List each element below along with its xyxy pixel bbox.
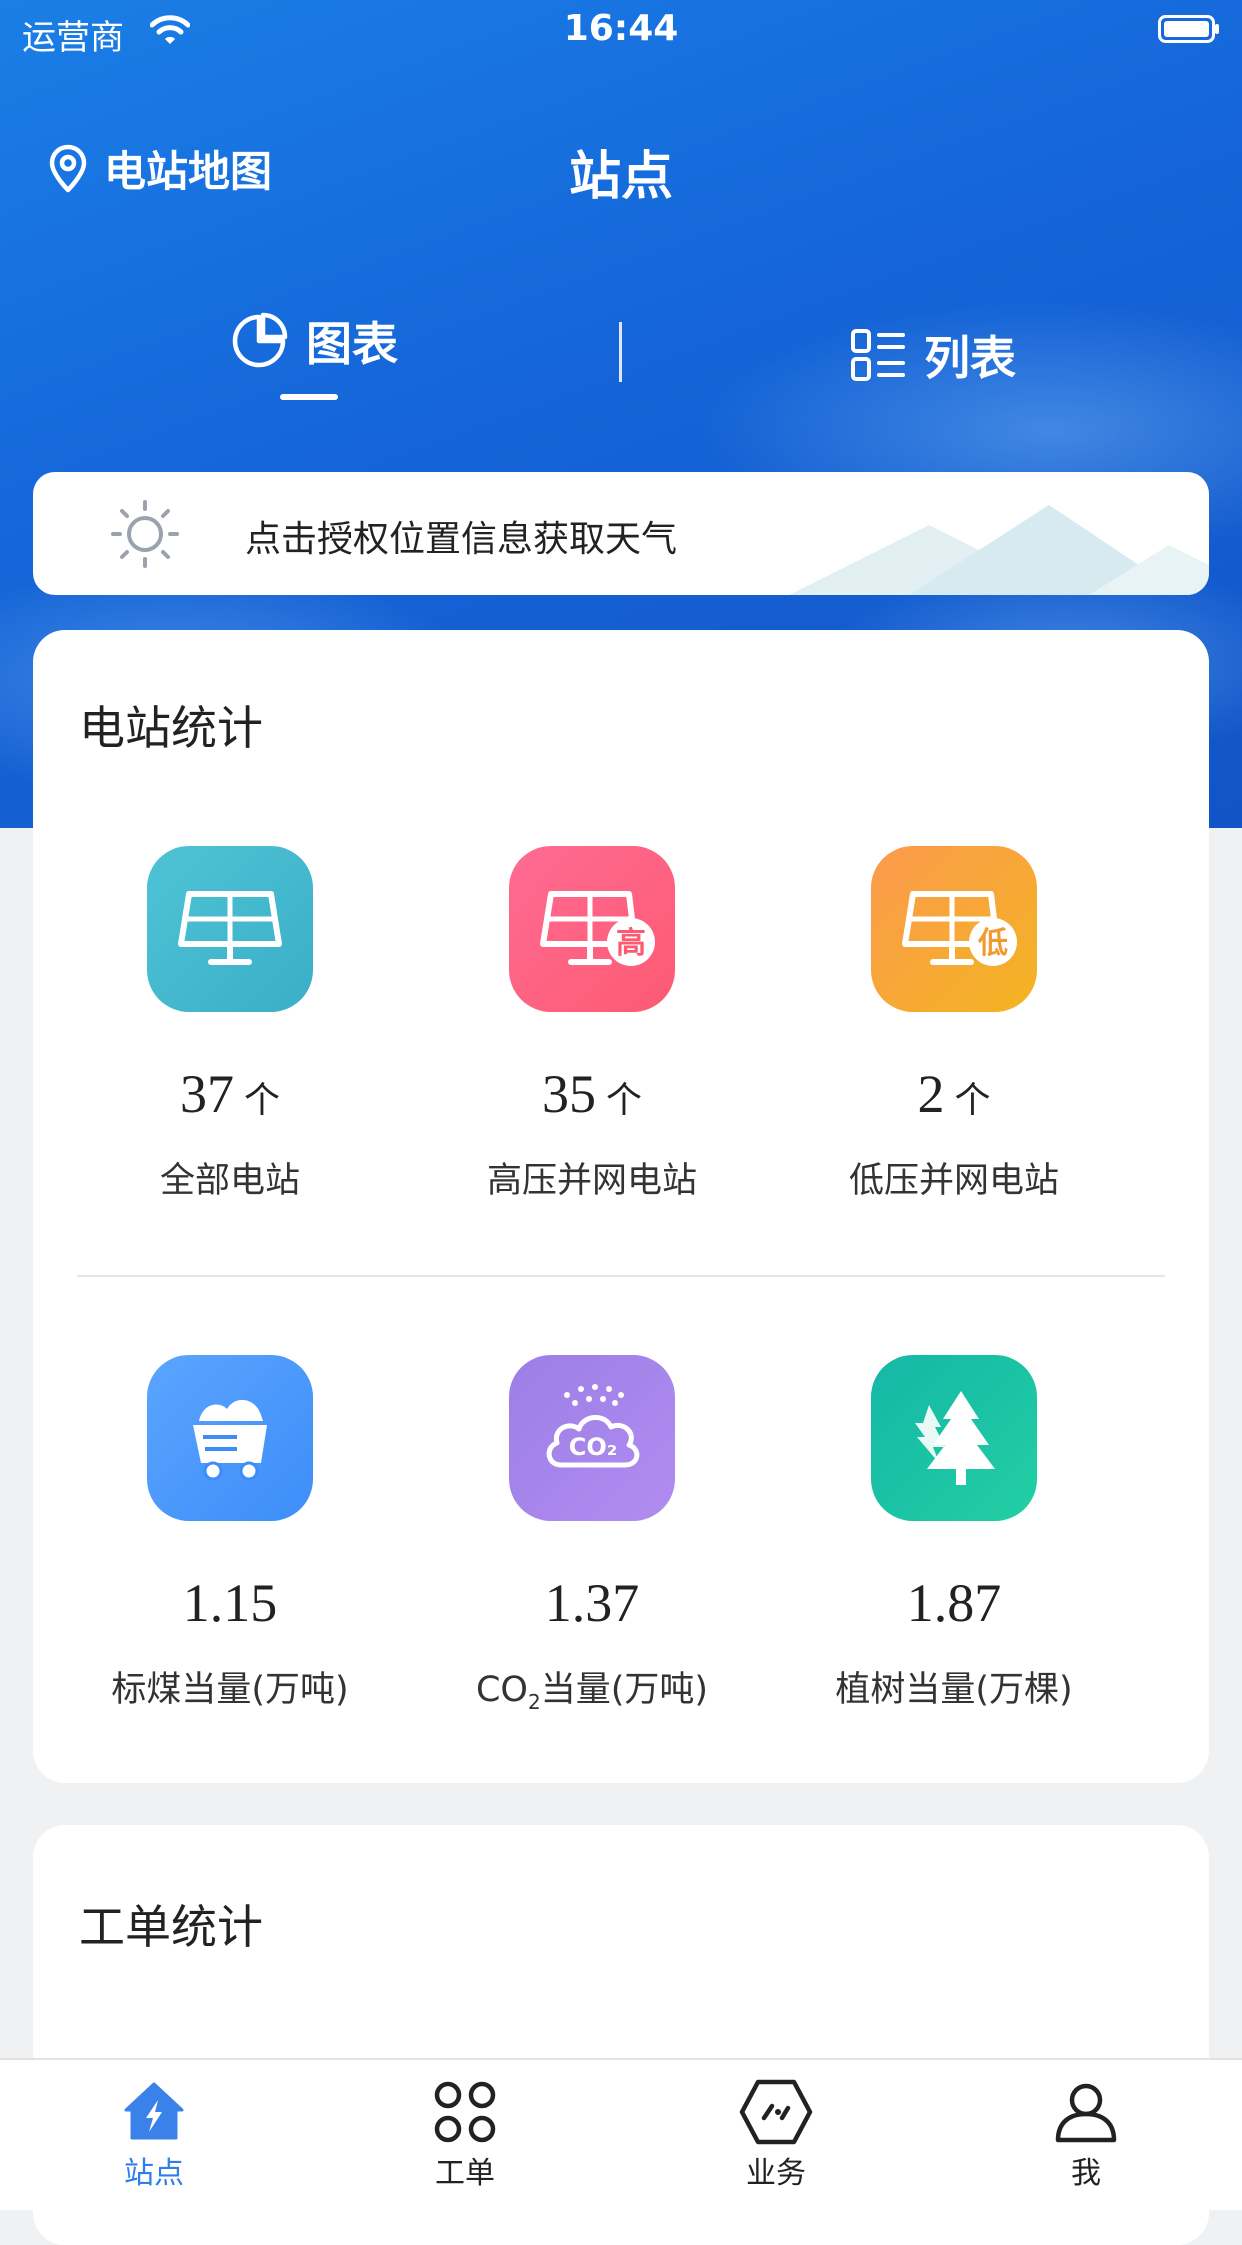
stat-all-stations[interactable]: 37 个 全部电站 bbox=[49, 846, 411, 1203]
mountain-decoration bbox=[789, 505, 1209, 595]
badge-high: 高 bbox=[616, 926, 646, 961]
tabbar-label: 站点 bbox=[124, 2156, 184, 2191]
tabbar-item-business[interactable]: 业务 bbox=[686, 2078, 866, 2192]
co2-cloud-icon: CO₂ bbox=[509, 1355, 675, 1521]
tab-list-label: 列表 bbox=[924, 331, 1016, 385]
home-bolt-icon bbox=[124, 2082, 184, 2140]
grid-icon bbox=[434, 2081, 496, 2143]
station-stats-card: 电站统计 37 个 全部电站 高 35 个 高压并网电站 低 2 个 低压并网电… bbox=[33, 630, 1209, 1783]
person-icon bbox=[1055, 2083, 1117, 2143]
pie-chart-icon bbox=[232, 312, 288, 368]
stat-label: CO2当量(万吨) bbox=[475, 1670, 709, 1714]
solar-panel-high-icon: 高 bbox=[509, 846, 675, 1012]
stat-value: 37 bbox=[179, 1064, 234, 1124]
tab-list[interactable]: 列表 bbox=[850, 322, 1016, 388]
status-time: 16:44 bbox=[563, 8, 679, 49]
tab-chart-label: 图表 bbox=[306, 317, 398, 371]
stat-label: 植树当量(万棵) bbox=[835, 1670, 1073, 1710]
battery-icon bbox=[1158, 15, 1219, 43]
stat-co2-equivalent[interactable]: CO₂ 1.37 CO2当量(万吨) bbox=[411, 1355, 773, 1714]
stat-tree-equivalent[interactable]: 1.87 植树当量(万棵) bbox=[773, 1355, 1135, 1712]
stat-value: 35 bbox=[541, 1064, 596, 1124]
list-icon bbox=[851, 329, 905, 381]
stat-value: 1.15 bbox=[182, 1573, 278, 1633]
tabbar-label: 工单 bbox=[435, 2156, 495, 2191]
status-bar: 运营商 16:44 bbox=[0, 0, 1242, 62]
coal-cart-icon bbox=[147, 1355, 313, 1521]
page-title: 站点 bbox=[568, 147, 673, 207]
tab-divider bbox=[619, 322, 622, 382]
sun-icon bbox=[111, 500, 179, 568]
co2-text: CO₂ bbox=[569, 1433, 618, 1461]
stat-low-voltage-stations[interactable]: 低 2个 低压并网电站 bbox=[773, 846, 1135, 1203]
tabbar-item-station[interactable]: 站点 bbox=[64, 2078, 244, 2192]
stat-coal-equivalent[interactable]: 1.15 标煤当量(万吨) bbox=[49, 1355, 411, 1712]
stat-unit: 个 bbox=[954, 1080, 991, 1121]
tab-chart[interactable]: 图表 bbox=[230, 308, 398, 374]
stat-label: 全部电站 bbox=[159, 1161, 300, 1201]
stat-label: 高压并网电站 bbox=[486, 1161, 697, 1201]
weather-card[interactable]: 点击授权位置信息获取天气 bbox=[33, 472, 1209, 595]
stat-value: 2 bbox=[917, 1064, 945, 1124]
work-order-stats-title: 工单统计 bbox=[79, 1900, 263, 1954]
hexagon-icon bbox=[739, 2079, 813, 2145]
tabbar-label: 业务 bbox=[746, 2156, 806, 2191]
stat-label: 低压并网电站 bbox=[848, 1161, 1059, 1201]
stat-high-voltage-stations[interactable]: 高 35 个 高压并网电站 bbox=[411, 846, 773, 1203]
view-tabs: 图表 列表 bbox=[0, 300, 1242, 410]
tree-icon bbox=[871, 1355, 1037, 1521]
section-divider bbox=[77, 1275, 1165, 1277]
solar-panel-low-icon: 低 bbox=[871, 846, 1037, 1012]
nav-bar: 电站地图 站点 bbox=[0, 120, 1242, 210]
stat-value: 1.37 bbox=[544, 1573, 640, 1633]
tabbar-label: 我 bbox=[1071, 2156, 1101, 2191]
stat-label: 标煤当量(万吨) bbox=[111, 1670, 349, 1710]
badge-low: 低 bbox=[977, 926, 1008, 961]
weather-text: 点击授权位置信息获取天气 bbox=[245, 519, 678, 560]
bottom-tab-bar: 站点 工单 业务 我 bbox=[0, 2058, 1242, 2210]
tabbar-item-work-order[interactable]: 工单 bbox=[375, 2078, 555, 2192]
tabbar-item-me[interactable]: 我 bbox=[996, 2078, 1176, 2192]
stat-value: 1.87 bbox=[906, 1573, 1002, 1633]
active-tab-indicator bbox=[280, 394, 338, 400]
station-stats-title: 电站统计 bbox=[79, 701, 263, 755]
stat-unit: 个 bbox=[605, 1080, 642, 1121]
solar-panel-icon bbox=[147, 846, 313, 1012]
stat-unit: 个 bbox=[243, 1080, 280, 1121]
